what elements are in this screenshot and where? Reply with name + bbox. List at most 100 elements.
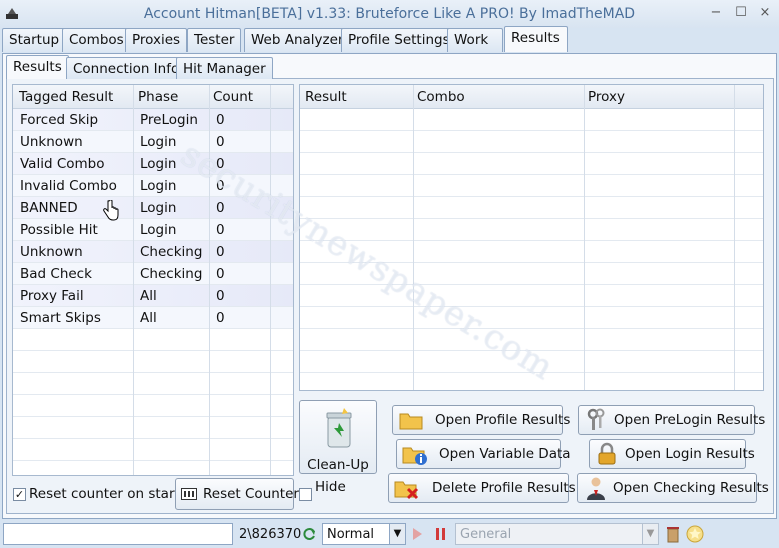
open-variable-data-button[interactable]: Open Variable Data [396, 439, 571, 469]
phase-cell: Checking [140, 244, 203, 260]
tab-startup[interactable]: Startup [2, 28, 67, 52]
phase-cell: Checking [140, 266, 203, 282]
profile-value: General [460, 527, 512, 542]
maximize-button[interactable]: ☐ [730, 4, 752, 22]
hide-checkbox[interactable] [299, 488, 312, 501]
empty-row[interactable] [300, 285, 763, 307]
header-phase[interactable]: Phase [138, 89, 178, 105]
phase-cell: Login [140, 178, 177, 194]
tab-work[interactable]: Work [447, 28, 503, 52]
table-header: Tagged Result Phase Count [13, 85, 293, 109]
progress-counter: 2\826370 [239, 527, 302, 542]
star-icon[interactable] [686, 525, 704, 543]
subtab-hit-manager[interactable]: Hit Manager [176, 57, 273, 79]
tagged-result-cell: Valid Combo [20, 156, 105, 172]
empty-row[interactable] [300, 175, 763, 197]
trash-icon[interactable] [666, 525, 680, 543]
empty-row[interactable] [13, 373, 293, 395]
table-row[interactable]: Bad Check Checking 0 [13, 263, 293, 285]
tagged-result-cell: Unknown [20, 244, 83, 260]
header-combo[interactable]: Combo [417, 89, 465, 105]
open-prelogin-results-label: Open PreLogin Results [614, 412, 766, 428]
header-result[interactable]: Result [305, 89, 347, 105]
empty-row[interactable] [13, 329, 293, 351]
empty-row[interactable] [13, 395, 293, 417]
phase-cell: Login [140, 134, 177, 150]
tab-profile-settings[interactable]: Profile Settings [341, 28, 457, 52]
phase-cell: Login [140, 200, 177, 216]
pause-icon[interactable] [436, 528, 439, 540]
tagged-result-cell: Possible Hit [20, 222, 98, 238]
header-tagged-result[interactable]: Tagged Result [19, 89, 113, 105]
table-row[interactable]: Unknown Checking 0 [13, 241, 293, 263]
refresh-icon[interactable] [303, 527, 317, 541]
tab-proxies[interactable]: Proxies [125, 28, 188, 52]
empty-row[interactable] [13, 439, 293, 461]
play-icon[interactable] [413, 528, 422, 540]
empty-row[interactable] [13, 417, 293, 439]
empty-row[interactable] [13, 351, 293, 373]
empty-row[interactable] [300, 153, 763, 175]
empty-row[interactable] [300, 219, 763, 241]
count-cell: 0 [216, 112, 225, 128]
count-cell: 0 [216, 266, 225, 282]
empty-row[interactable] [300, 197, 763, 219]
delete-profile-results-button[interactable]: Delete Profile Results [388, 473, 576, 503]
subtab-connection-info[interactable]: Connection Info [66, 57, 187, 79]
close-button[interactable]: × [754, 4, 776, 22]
phase-cell: Login [140, 156, 177, 172]
table-row[interactable]: Possible Hit Login 0 [13, 219, 293, 241]
empty-row[interactable] [300, 307, 763, 329]
open-login-results-label: Open Login Results [625, 446, 755, 462]
open-variable-data-label: Open Variable Data [439, 446, 571, 462]
mode-select[interactable]: Normal ▼ [322, 523, 406, 545]
header-proxy[interactable]: Proxy [588, 89, 625, 105]
minimize-button[interactable]: − [705, 4, 727, 22]
phase-cell: All [140, 310, 157, 326]
chevron-down-icon[interactable]: ▼ [389, 524, 405, 544]
column-divider [270, 85, 271, 475]
open-prelogin-results-button[interactable]: Open PreLogin Results [578, 405, 765, 435]
column-divider [413, 85, 414, 390]
cleanup-label: Clean-Up [307, 457, 369, 473]
profile-select[interactable]: General ▼ [455, 523, 659, 545]
folder-icon [399, 413, 423, 430]
table-row[interactable]: Unknown Login 0 [13, 131, 293, 153]
recycle-bin-icon [326, 408, 352, 448]
open-login-results-button[interactable]: Open Login Results [589, 439, 755, 469]
subtab-results[interactable]: Results [6, 55, 69, 79]
header-count[interactable]: Count [213, 89, 253, 105]
table-row[interactable]: Smart Skips All 0 [13, 307, 293, 329]
reset-on-start-label: Reset counter on start [29, 486, 180, 502]
tagged-result-cell: Forced Skip [20, 112, 99, 128]
window-title: Account Hitman[BETA] v1.33: Bruteforce L… [143, 6, 636, 22]
delete-folder-icon [394, 481, 419, 500]
reset-on-start-checkbox[interactable]: ✓ [13, 488, 26, 501]
phase-cell: Login [140, 222, 177, 238]
tab-results[interactable]: Results [504, 26, 568, 52]
folder-info-icon [402, 447, 427, 465]
column-divider [734, 85, 735, 390]
count-cell: 0 [216, 310, 225, 326]
reset-counter-label: Reset Counter [203, 486, 299, 502]
empty-row[interactable] [300, 131, 763, 153]
empty-row[interactable] [300, 109, 763, 131]
tab-web-analyzer[interactable]: Web Analyzer [244, 28, 351, 52]
table-row[interactable]: Proxy Fail All 0 [13, 285, 293, 307]
open-profile-results-button[interactable]: Open Profile Results [392, 405, 570, 435]
open-checking-results-label: Open Checking Results [613, 480, 769, 496]
table-row[interactable]: Forced Skip PreLogin 0 [13, 109, 293, 131]
phase-cell: PreLogin [140, 112, 198, 128]
open-checking-results-button[interactable]: Open Checking Results [577, 473, 769, 503]
reset-counter-button[interactable]: Reset Counter [175, 478, 299, 510]
column-divider [133, 85, 134, 475]
status-input[interactable] [3, 523, 233, 545]
tab-combos[interactable]: Combos [62, 28, 131, 52]
cleanup-button[interactable]: Clean-Up [299, 400, 377, 474]
tagged-results-table[interactable]: Tagged Result Phase Count Forced Skip Pre… [12, 84, 294, 476]
chevron-down-icon[interactable]: ▼ [642, 524, 658, 544]
tagged-result-cell: Smart Skips [20, 310, 101, 326]
tab-tester[interactable]: Tester [187, 28, 242, 52]
column-divider [584, 85, 585, 390]
row-divider [13, 460, 293, 461]
